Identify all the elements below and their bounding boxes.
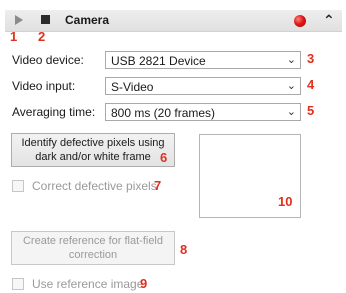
video-input-select[interactable]: S-Video ⌄ <box>105 77 301 95</box>
marker-5: 5 <box>307 103 315 118</box>
marker-9: 9 <box>140 276 148 291</box>
marker-2: 2 <box>38 29 46 44</box>
chevron-up-icon[interactable]: ⌃ <box>323 12 335 28</box>
chevron-down-icon: ⌄ <box>286 54 296 66</box>
video-input-value: S-Video <box>111 80 154 94</box>
marker-6: 6 <box>160 150 168 165</box>
chevron-down-icon: ⌄ <box>286 80 296 92</box>
averaging-time-label: Averaging time: <box>12 105 96 119</box>
create-reference-button[interactable]: Create reference for flat-field correcti… <box>11 231 175 265</box>
correct-defective-pixels-checkbox[interactable] <box>12 180 24 192</box>
play-icon[interactable] <box>15 15 23 25</box>
video-device-select[interactable]: USB 2821 Device ⌄ <box>105 51 301 69</box>
identify-button-line1: Identify defective pixels using <box>21 137 165 149</box>
marker-1: 1 <box>10 29 18 44</box>
stop-icon[interactable] <box>41 15 50 24</box>
video-device-label: Video device: <box>12 53 84 67</box>
panel-title: Camera <box>65 13 110 27</box>
marker-10: 10 <box>278 194 293 209</box>
use-reference-image-label: Use reference image <box>32 277 144 291</box>
marker-4: 4 <box>307 77 315 92</box>
correct-defective-pixels-label: Correct defective pixels <box>32 179 157 193</box>
marker-3: 3 <box>307 51 315 66</box>
marker-8: 8 <box>180 242 188 257</box>
averaging-time-select[interactable]: 800 ms (20 frames) ⌄ <box>105 103 301 121</box>
camera-header: Camera ⌃ <box>5 10 342 32</box>
record-icon[interactable] <box>294 15 306 27</box>
identify-defective-pixels-button[interactable]: Identify defective pixels using dark and… <box>11 133 175 167</box>
video-input-label: Video input: <box>12 79 76 93</box>
create-reference-line1: Create reference for flat-field <box>22 235 163 247</box>
create-reference-line2: correction <box>68 249 118 261</box>
video-device-value: USB 2821 Device <box>111 54 206 68</box>
use-reference-image-checkbox[interactable] <box>12 278 24 290</box>
chevron-down-icon: ⌄ <box>286 106 296 118</box>
camera-panel: Camera ⌃ 1 2 Video device: USB 2821 Devi… <box>0 0 346 293</box>
averaging-time-value: 800 ms (20 frames) <box>111 106 216 120</box>
marker-7: 7 <box>154 178 162 193</box>
identify-button-line2: dark and/or white frame <box>35 151 151 163</box>
